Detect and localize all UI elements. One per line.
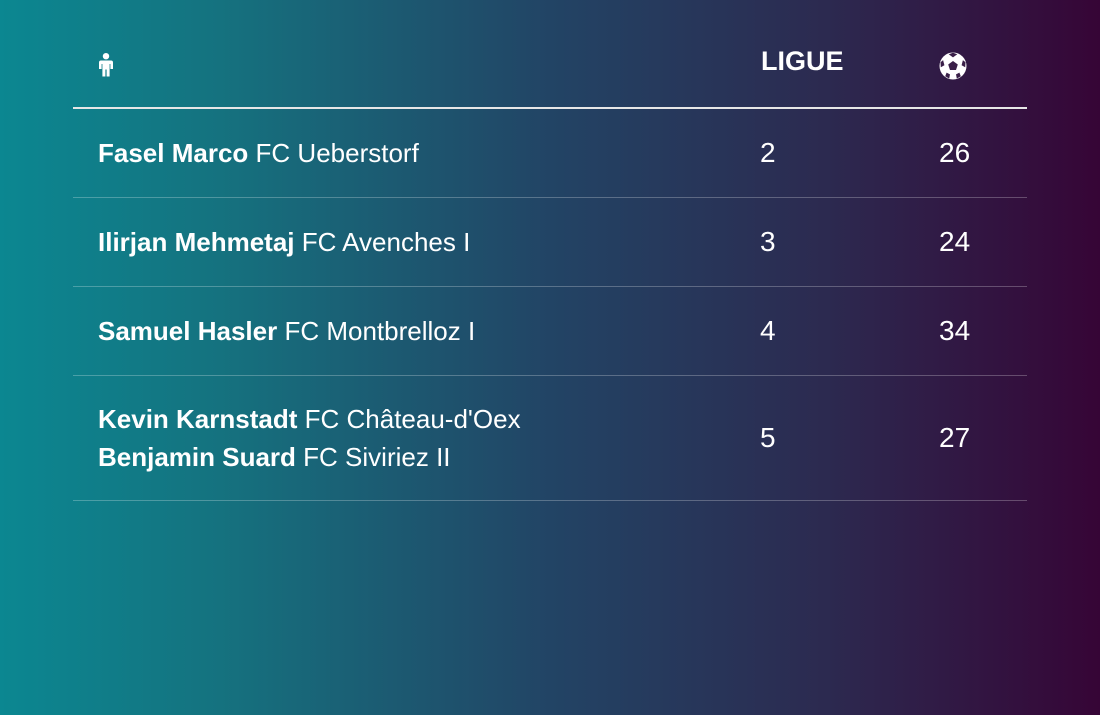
league-cell: 4	[760, 315, 776, 346]
player-club: FC Avenches I	[301, 227, 471, 257]
player-name: Benjamin Suard	[98, 442, 296, 472]
table-row: Fasel Marco FC Ueberstorf 2 26	[73, 109, 1027, 198]
league-cell: 3	[760, 226, 776, 257]
league-cell: 2	[760, 137, 776, 168]
player-name: Kevin Karnstadt	[98, 404, 298, 434]
player-cell: Kevin Karnstadt FC Château-d'Oex Benjami…	[98, 376, 521, 500]
table-header: LIGUE	[73, 0, 1027, 109]
table-row: Kevin Karnstadt FC Château-d'Oex Benjami…	[73, 376, 1027, 501]
player-cell: Fasel Marco FC Ueberstorf	[98, 109, 419, 197]
player-club: FC Montbrelloz I	[284, 316, 476, 346]
league-cell: 5	[760, 422, 776, 453]
player-club: FC Château-d'Oex	[304, 404, 521, 434]
soccer-ball-icon	[938, 51, 968, 81]
table-row: Ilirjan Mehmetaj FC Avenches I 3 24	[73, 198, 1027, 287]
goals-cell: 24	[939, 226, 971, 257]
player-club: FC Ueberstorf	[255, 138, 419, 168]
player-entry: Samuel Hasler FC Montbrelloz I	[98, 312, 475, 350]
player-club: FC Siviriez II	[303, 442, 451, 472]
goals-cell: 27	[939, 422, 971, 453]
player-entry: Kevin Karnstadt FC Château-d'Oex	[98, 400, 521, 438]
player-cell: Samuel Hasler FC Montbrelloz I	[98, 287, 475, 375]
player-entry: Benjamin Suard FC Siviriez II	[98, 438, 521, 476]
table-row: Samuel Hasler FC Montbrelloz I 4 34	[73, 287, 1027, 376]
player-entry: Ilirjan Mehmetaj FC Avenches I	[98, 223, 470, 261]
player-name: Fasel Marco	[98, 138, 249, 168]
top-scorers-table: LIGUE Fasel Marco FC Ueberstorf 2 26 Ili…	[73, 0, 1027, 501]
player-entry: Fasel Marco FC Ueberstorf	[98, 134, 419, 172]
player-name: Samuel Hasler	[98, 316, 278, 346]
player-cell: Ilirjan Mehmetaj FC Avenches I	[98, 198, 470, 286]
player-name: Ilirjan Mehmetaj	[98, 227, 295, 257]
person-icon	[98, 53, 114, 77]
goals-cell: 34	[939, 315, 971, 346]
goals-cell: 26	[939, 137, 971, 168]
league-column-header: LIGUE	[761, 46, 844, 76]
